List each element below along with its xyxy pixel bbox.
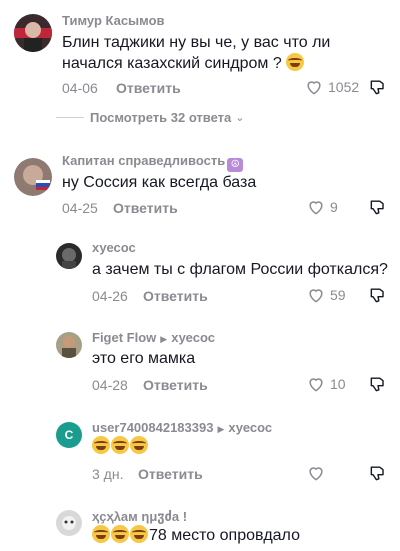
comment-date: 04-06 [62,80,98,96]
avatar[interactable] [14,158,52,196]
heart-icon [309,378,323,392]
like-button[interactable] [306,463,326,483]
laughing-face-emoji-icon [92,436,110,454]
reply-username[interactable]: хуесос [92,240,136,255]
heart-icon [307,81,321,95]
heart-icon [309,289,323,303]
username-text: Figet Flow [92,330,157,345]
reply-button[interactable]: Ответить [113,200,178,216]
like-count: 10 [330,376,346,392]
avatar[interactable] [56,510,82,536]
reply-date: 04-28 [92,377,128,393]
reply-button[interactable]: Ответить [138,466,203,482]
like-count: 59 [330,287,346,303]
laughing-face-emoji-icon [130,525,148,543]
like-count: 9 [330,199,338,215]
reply-username[interactable]: Figet Flow ▶ хуесос [92,330,215,345]
reply-text: это его мамка [92,350,196,367]
laughing-face-emoji-icon [130,436,148,454]
view-replies-button[interactable]: Посмотреть 32 ответа ⌄ [56,110,245,125]
comment-text: Блин таджики ну вы че, у вас что ли нача… [62,32,362,74]
like-button[interactable]: 59 [306,285,346,305]
dislike-icon[interactable] [368,77,388,97]
comment-username[interactable]: Капитан справедливость ☮ [62,153,244,172]
reply-4: ҳҫҳλам ημჳძа ! 78 место опровдало [0,499,400,551]
reply-text [92,436,392,457]
dislike-icon[interactable] [368,463,388,483]
reply-to-username[interactable]: хуесос [171,330,215,345]
reply-button[interactable]: Ответить [116,80,181,96]
dislike-icon[interactable] [368,197,388,217]
laughing-face-emoji-icon [92,525,110,543]
reply-arrow-icon: ▶ [160,334,168,344]
comment-2: Капитан справедливость ☮ ну Соссия как вс… [0,145,400,225]
reply-text-body: 78 место опровдало [149,527,300,544]
avatar[interactable] [56,332,82,358]
heart-icon [309,201,323,215]
reply-date: 04-26 [92,288,128,304]
laughing-face-emoji-icon [111,436,129,454]
avatar-letter: C [64,428,74,442]
reply-2: Figet Flow ▶ хуесос это его мамка 04-28 От… [0,321,400,401]
dislike-icon[interactable] [368,374,388,394]
reply-to-username[interactable]: хуесос [228,420,272,435]
reply-1: хуесос а зачем ты с флагом России фоткал… [0,232,400,312]
comment-date: 04-25 [62,200,98,216]
laughing-face-emoji-icon [111,525,129,543]
view-replies-label: Посмотреть 32 ответа [90,110,232,125]
like-button[interactable]: 9 [306,197,338,217]
reply-arrow-icon: ▶ [217,424,225,434]
heart-icon [309,467,323,481]
like-count: 1052 [328,79,360,95]
reply-username[interactable]: ҳҫҳλам ημჳძа ! [92,509,187,525]
like-button[interactable]: 10 [306,374,346,394]
reply-date: 3 дн. [92,466,124,482]
reply-username[interactable]: user7400842183393 ▶ хуесос [92,420,272,435]
divider [56,117,84,118]
like-button[interactable]: 1052 [304,77,359,97]
chevron-down-icon: ⌄ [235,112,245,124]
avatar[interactable]: C [56,422,82,448]
reply-text: а зачем ты с флагом России фоткался? [92,261,388,278]
reply-button[interactable]: Ответить [143,377,208,393]
reply-3: C user7400842183393 ▶ хуесос 3 дн. Ответит… [0,411,400,491]
crying-face-emoji-icon [286,53,305,71]
avatar[interactable] [14,14,52,52]
avatar[interactable] [56,243,82,269]
username-text: user7400842183393 [92,420,214,435]
comment-text: ну Соссия как всегда база [62,174,257,191]
username-text: Капитан справедливость [62,153,226,168]
reply-text: 78 место опровдало [92,525,392,546]
comment-username[interactable]: Тимур Касымов [62,13,165,28]
reply-button[interactable]: Ответить [143,288,208,304]
dislike-icon[interactable] [368,285,388,305]
peace-badge-icon: ☮ [227,158,244,172]
